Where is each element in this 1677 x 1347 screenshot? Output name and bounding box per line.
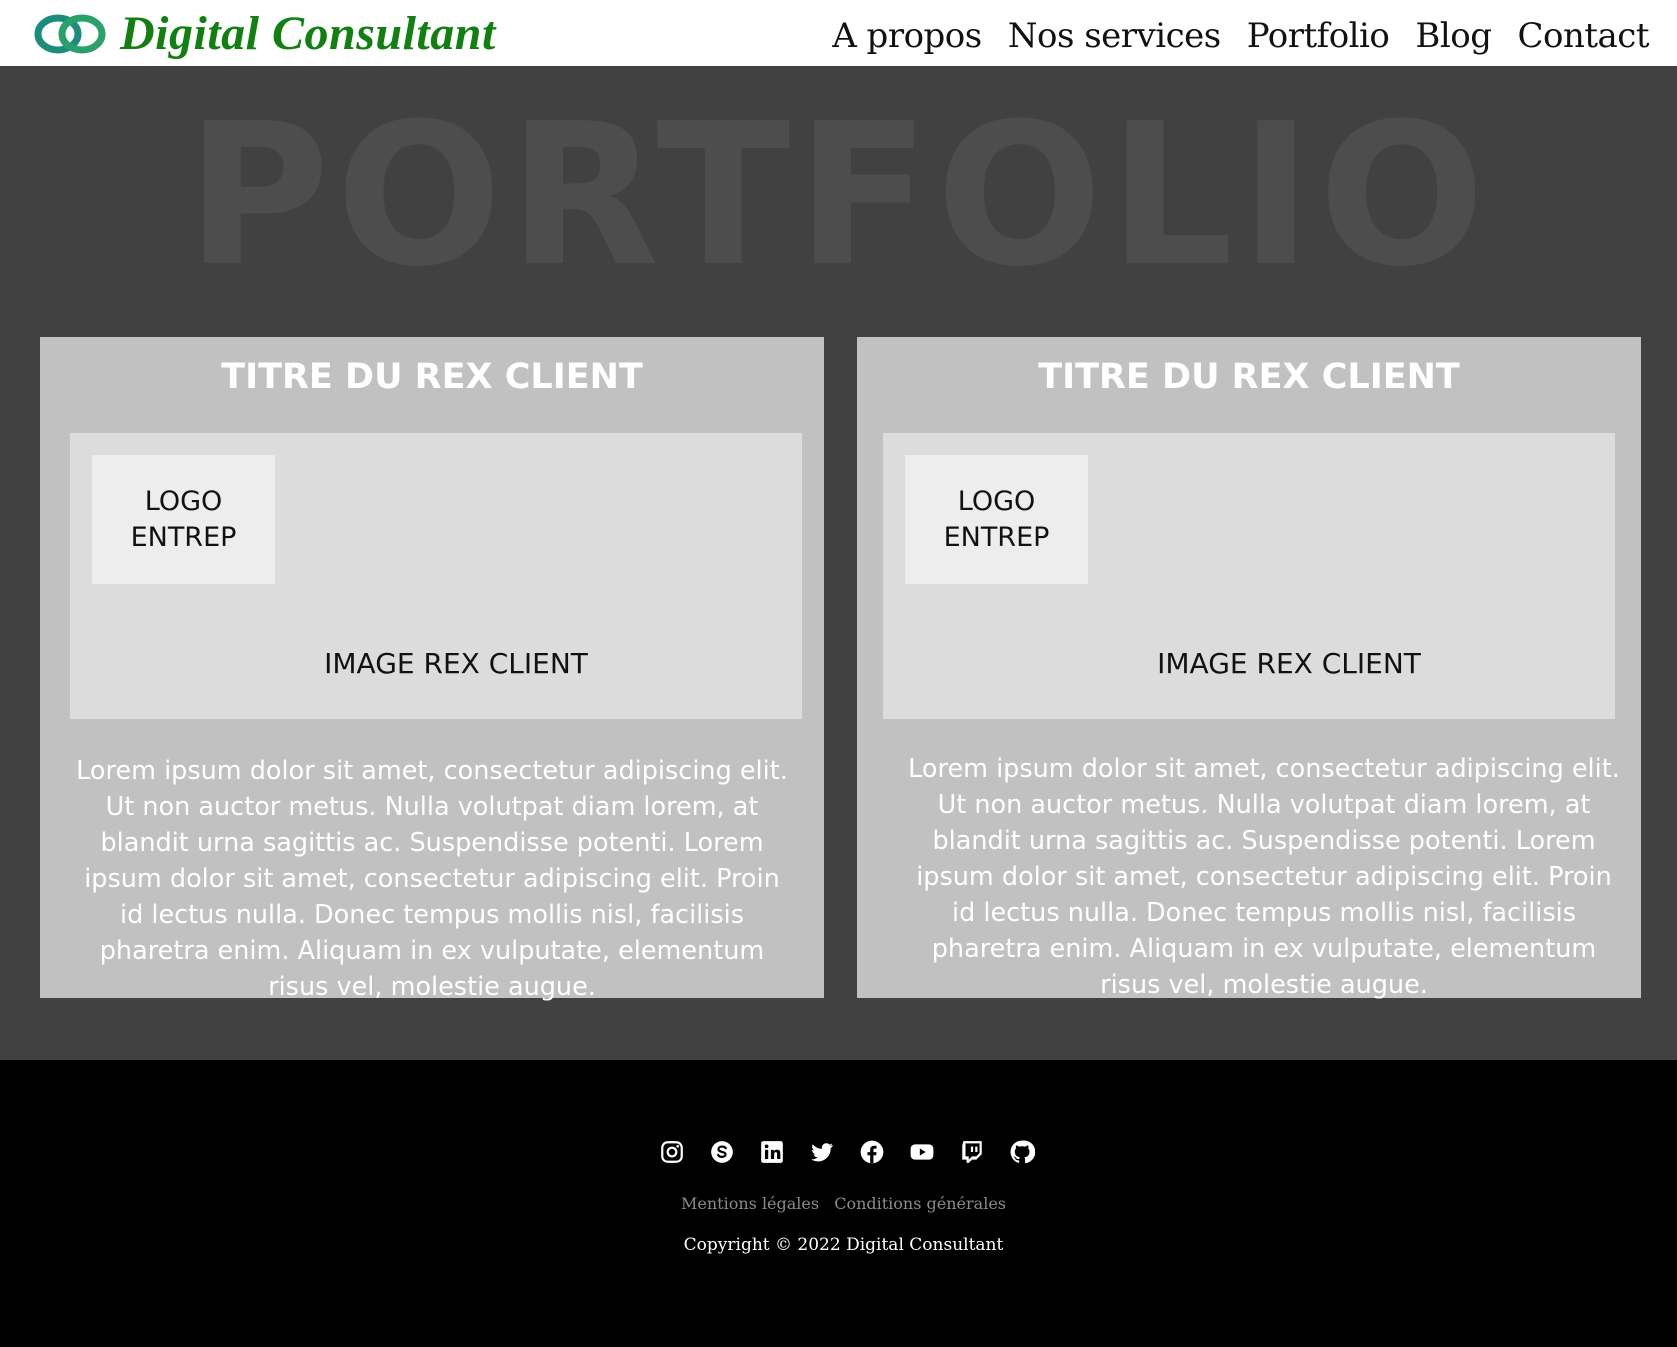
twitter-icon[interactable] bbox=[809, 1139, 835, 1165]
brand-rings-icon bbox=[32, 12, 108, 56]
youtube-icon[interactable] bbox=[909, 1139, 935, 1165]
legal-link-mentions[interactable]: Mentions légales bbox=[681, 1194, 819, 1213]
nav-item-portfolio[interactable]: Portfolio bbox=[1247, 10, 1390, 62]
logo-line: LOGO bbox=[957, 485, 1036, 517]
company-logo-placeholder: LOGO ENTREP bbox=[92, 455, 275, 584]
github-icon[interactable] bbox=[1009, 1139, 1035, 1165]
logo-line: ENTREP bbox=[943, 521, 1050, 553]
rex-card[interactable]: TITRE DU REX CLIENT LOGO ENTREP IMAGE RE… bbox=[40, 337, 824, 1002]
image-label: IMAGE REX CLIENT bbox=[324, 647, 588, 680]
brand-logo[interactable]: Digital Consultant bbox=[32, 8, 496, 60]
linkedin-icon[interactable] bbox=[759, 1139, 785, 1165]
nav-item-contact[interactable]: Contact bbox=[1517, 10, 1649, 62]
page-title: PORTFOLIO bbox=[185, 82, 1492, 310]
copyright-text: Copyright © 2022 Digital Consultant bbox=[683, 1235, 1004, 1255]
logo-line: ENTREP bbox=[130, 521, 237, 553]
facebook-icon[interactable] bbox=[859, 1139, 885, 1165]
site-footer: Mentions légales Conditions générales Co… bbox=[0, 1060, 1677, 1347]
card-description: Lorem ipsum dolor sit amet, consectetur … bbox=[76, 756, 788, 1002]
card-description: Lorem ipsum dolor sit amet, consectetur … bbox=[908, 754, 1620, 1000]
main-nav: A propos Nos services Portfolio Blog Con… bbox=[806, 10, 1649, 62]
nav-item-blog[interactable]: Blog bbox=[1415, 10, 1492, 62]
site-header: Digital Consultant A propos Nos services… bbox=[0, 0, 1677, 66]
twitch-icon[interactable] bbox=[959, 1139, 985, 1165]
logo-line: LOGO bbox=[144, 485, 223, 517]
card-title: TITRE DU REX CLIENT bbox=[1038, 357, 1460, 397]
portfolio-section: PORTFOLIO TITRE DU REX CLIENT LOGO ENTRE… bbox=[0, 66, 1677, 1060]
skype-icon[interactable] bbox=[709, 1139, 735, 1165]
card-title: TITRE DU REX CLIENT bbox=[221, 357, 643, 397]
instagram-icon[interactable] bbox=[659, 1139, 685, 1165]
card-image: LOGO ENTREP IMAGE REX CLIENT bbox=[70, 433, 802, 719]
image-label: IMAGE REX CLIENT bbox=[1157, 647, 1421, 680]
card-image: LOGO ENTREP IMAGE REX CLIENT bbox=[883, 433, 1615, 719]
nav-item-a-propos[interactable]: A propos bbox=[832, 10, 982, 62]
rex-card[interactable]: TITRE DU REX CLIENT LOGO ENTREP IMAGE RE… bbox=[857, 337, 1641, 1000]
legal-link-conditions[interactable]: Conditions générales bbox=[834, 1194, 1006, 1213]
legal-links: Mentions légales Conditions générales bbox=[0, 1194, 1677, 1213]
brand-name: Digital Consultant bbox=[120, 7, 496, 60]
nav-item-nos-services[interactable]: Nos services bbox=[1008, 10, 1222, 62]
social-links bbox=[0, 1139, 1677, 1165]
company-logo-placeholder: LOGO ENTREP bbox=[905, 455, 1088, 584]
